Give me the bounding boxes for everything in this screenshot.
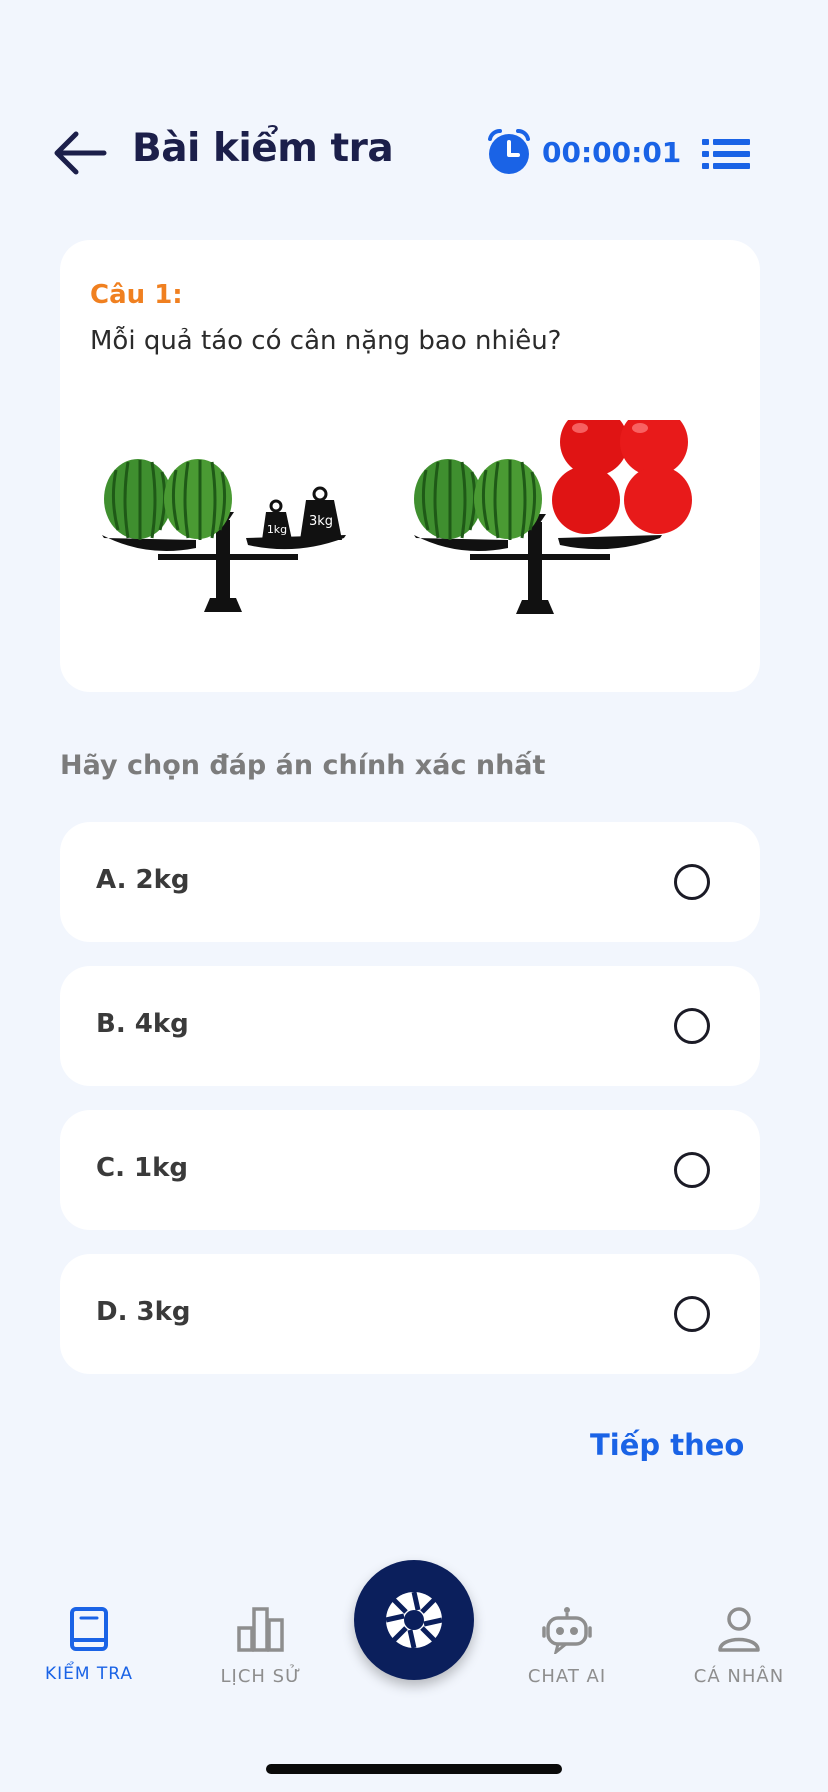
home-indicator[interactable] [266,1764,562,1774]
option-a[interactable]: A. 2kg [60,822,760,942]
option-label: C. 1kg [96,1153,189,1183]
nav-label: CHAT AI [527,1666,607,1687]
question-text: Mỗi quả táo có cân nặng bao nhiêu? [90,326,562,356]
right-scale [414,420,692,614]
nav-label: LỊCH SỬ [220,1666,302,1687]
apple [624,466,692,534]
question-list-button[interactable] [700,136,752,172]
nav-label: KIỂM TRA [44,1664,134,1684]
option-c[interactable]: C. 1kg [60,1110,760,1230]
question-number: Câu 1: [90,280,183,310]
page-title: Bài kiểm tra [132,126,394,171]
apple [552,466,620,534]
option-d[interactable]: D. 3kg [60,1254,760,1374]
watermelon [164,459,232,540]
svg-text:1kg: 1kg [267,523,287,536]
option-b[interactable]: B. 4kg [60,966,760,1086]
watermelon [104,459,172,540]
next-button[interactable]: Tiếp theo [590,1428,744,1462]
radio-button[interactable] [674,864,710,900]
center-action-button[interactable] [354,1560,474,1680]
instruction-text: Hãy chọn đáp án chính xác nhất [60,750,546,781]
weight-3kg: 3kg [300,486,342,540]
user-icon [718,1607,760,1652]
aperture-icon [385,1591,443,1649]
alarm-clock-icon [488,129,530,174]
nav-item-kiem-tra[interactable]: KIỂM TRA [14,1560,164,1690]
svg-text:3kg: 3kg [309,514,333,529]
watermelon [414,459,482,540]
arrow-left-icon [54,131,107,175]
option-label: B. 4kg [96,1009,189,1039]
nav-item-chat-ai[interactable]: CHAT AI [492,1560,642,1690]
radio-button[interactable] [674,1152,710,1188]
timer-value: 00:00:01 [542,135,682,169]
nav-label: CÁ NHÂN [693,1666,785,1687]
bar-chart-icon [237,1607,284,1652]
book-icon [70,1607,108,1651]
nav-item-lich-su[interactable]: LỊCH SỬ [186,1560,336,1690]
nav-item-ca-nhan[interactable]: CÁ NHÂN [664,1560,814,1690]
watermelon [474,459,542,540]
radio-button[interactable] [674,1296,710,1332]
robot-icon [542,1607,592,1654]
back-button[interactable] [52,128,112,178]
question-card: Câu 1: Mỗi quả táo có cân nặng bao nhiêu… [60,240,760,692]
balance-scale-illustration: 1kg 3kg [102,420,692,614]
weight-1kg: 1kg [262,499,292,540]
option-label: D. 3kg [96,1297,191,1327]
list-icon [702,139,750,169]
quiz-screen: Bài kiểm tra 00:00:01 Câu 1: Mỗi quả táo… [0,0,828,1792]
radio-button[interactable] [674,1008,710,1044]
left-scale: 1kg 3kg [102,459,346,612]
bottom-nav: KIỂM TRA LỊCH SỬ CHAT AI CÁ NHÂN [0,1560,828,1690]
header: Bài kiểm tra 00:00:01 [0,118,828,188]
timer: 00:00:01 [484,124,681,180]
option-label: A. 2kg [96,865,190,895]
